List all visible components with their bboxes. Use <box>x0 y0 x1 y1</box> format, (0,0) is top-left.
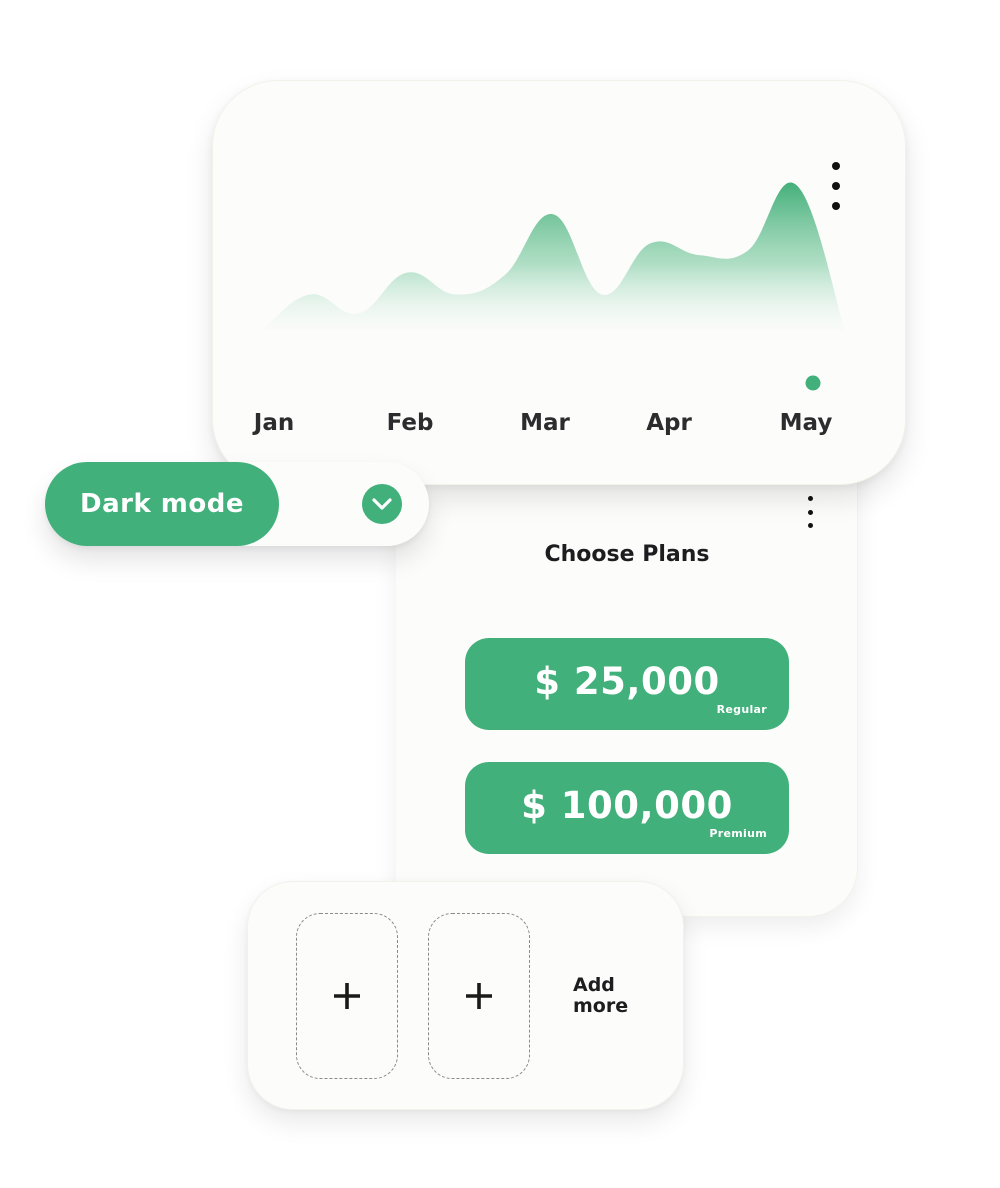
chart-card: Jan Feb Mar Apr May <box>212 80 906 485</box>
kebab-dot <box>832 182 840 190</box>
kebab-dot <box>832 162 840 170</box>
dark-mode-toggle[interactable]: Dark mode <box>45 462 429 546</box>
area-chart: Jan Feb Mar Apr May <box>252 182 845 436</box>
month-tick-label: May <box>780 410 833 436</box>
add-slot-button[interactable] <box>296 913 398 1079</box>
dot-marker <box>805 375 821 391</box>
chevron-down-icon[interactable] <box>362 484 402 524</box>
month-tick-label: Jan <box>252 410 294 436</box>
plus-icon <box>334 983 360 1009</box>
add-more-line-2: more <box>573 995 629 1017</box>
plan-price: $ 100,000 <box>521 784 733 827</box>
kebab-dot <box>807 509 813 515</box>
chevron-down-glyph <box>372 498 392 510</box>
plus-icon <box>466 983 492 1009</box>
chart-area-series <box>261 182 845 331</box>
add-slot-button[interactable] <box>428 913 530 1079</box>
kebab-dot <box>807 496 813 501</box>
month-tick-label: Feb <box>387 410 434 436</box>
plan-button-regular[interactable]: $ 25,000 Regular <box>465 638 789 730</box>
plan-tier-label: Regular <box>716 703 767 716</box>
kebab-dot <box>832 202 840 210</box>
add-more-card: Add more <box>247 881 684 1110</box>
month-tick-label: Mar <box>520 410 570 436</box>
plans-card: Choose Plans $ 25,000 Regular $ 100,000 … <box>396 440 858 917</box>
dark-mode-label: Dark mode <box>45 462 279 546</box>
plan-button-premium[interactable]: $ 100,000 Premium <box>465 762 789 854</box>
plan-price: $ 25,000 <box>534 660 720 703</box>
add-more-line-1: Add <box>573 974 615 996</box>
month-tick-label: Apr <box>646 410 692 436</box>
chart-kebab-menu-icon[interactable] <box>826 162 846 210</box>
add-more-label[interactable]: Add more <box>573 975 673 1017</box>
plan-tier-label: Premium <box>709 827 767 840</box>
plans-kebab-menu-icon[interactable] <box>800 496 820 528</box>
kebab-dot <box>807 523 813 528</box>
plans-title: Choose Plans <box>544 542 710 567</box>
